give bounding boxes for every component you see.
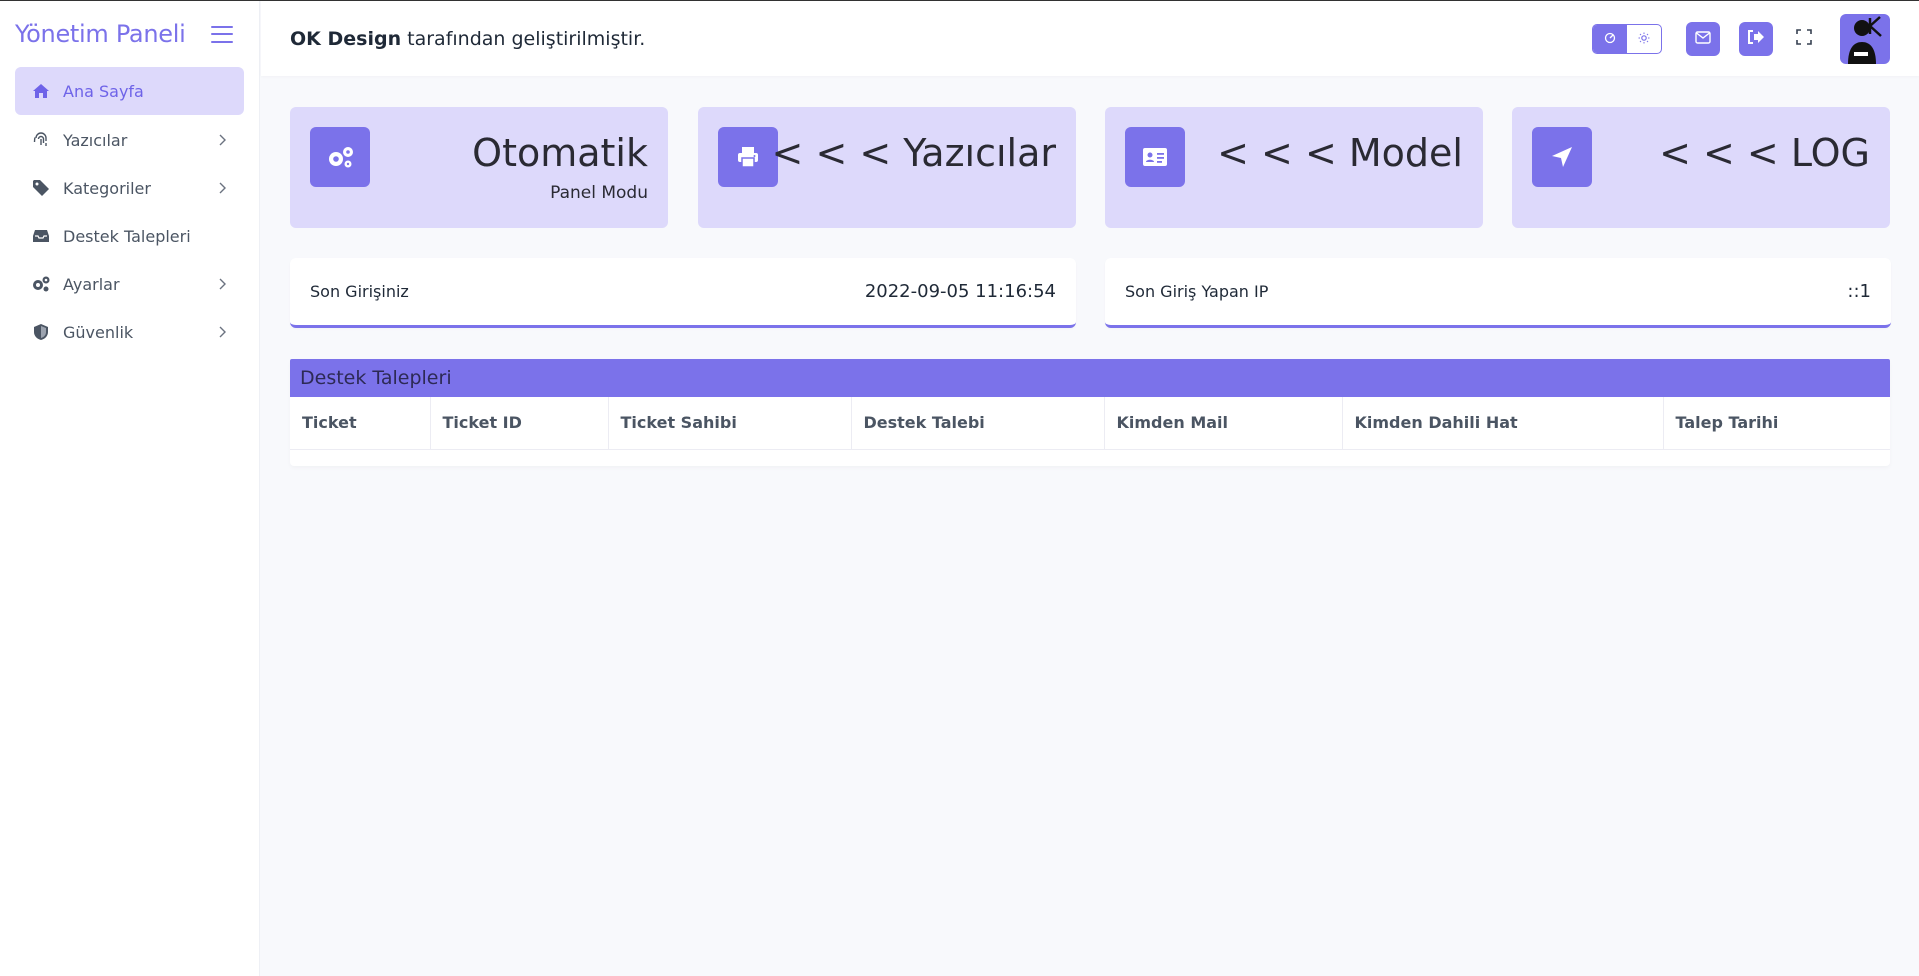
chevron-right-icon [216,326,228,338]
sidebar-item-ayarlar[interactable]: Ayarlar [15,261,244,307]
fullscreen-button[interactable] [1792,27,1816,51]
mail-icon [1695,29,1711,48]
theme-toggle[interactable] [1592,23,1662,54]
tickets-panel: Destek Talepleri Ticket Ticket ID Ticket… [290,359,1890,466]
sidebar-item-label: Ana Sayfa [63,81,144,101]
sidebar-item-label: Ayarlar [63,274,120,294]
sidebar-item-ana-sayfa[interactable]: Ana Sayfa [15,67,244,115]
table-header-row: Ticket Ticket ID Ticket Sahibi Destek Ta… [290,397,1890,450]
column-header-kimden-dahili-hat[interactable]: Kimden Dahili Hat [1342,397,1664,450]
card-title: < < < LOG [1659,131,1870,175]
last-ip-value: ::1 [1847,281,1871,302]
menu-toggle-icon[interactable] [211,25,234,43]
column-header-kimden-mail[interactable]: Kimden Mail [1104,397,1343,450]
credit-rest: tarafından geliştirilmiştir. [401,27,646,50]
chevron-right-icon [216,278,228,290]
top-actions [1592,1,1890,76]
sidebar-item-label: Güvenlik [63,322,134,342]
gears-icon [31,274,51,294]
chevron-right-icon [216,134,228,146]
card-title: < < < Model [1217,131,1463,175]
card-log[interactable]: < < < LOG [1512,107,1890,228]
fullscreen-icon [1796,28,1812,49]
card-title: Otomatik [472,131,648,175]
printer-icon [718,127,778,187]
column-header-ticket[interactable]: Ticket [290,397,431,450]
column-header-destek-talebi[interactable]: Destek Talebi [851,397,1105,450]
shield-icon [31,322,51,342]
sidebar-item-destek-talepleri[interactable]: Destek Talepleri [15,213,244,259]
sidebar-item-guvenlik[interactable]: Güvenlik [15,309,244,355]
card-title: < < < Yazıcılar [771,131,1056,175]
user-avatar-icon [1848,15,1882,64]
last-login-value: 2022-09-05 11:16:54 [864,281,1056,302]
sidebar-item-label: Yazıcılar [63,130,128,150]
credit-text: OK Design tarafından geliştirilmiştir. [290,28,645,50]
sidebar-item-yazicilar[interactable]: Yazıcılar [15,117,244,163]
fingerprint-icon [31,130,51,150]
last-ip-label: Son Giriş Yapan IP [1125,282,1269,301]
logout-button[interactable] [1739,21,1773,56]
last-ip-box: Son Giriş Yapan IP ::1 [1105,258,1891,328]
dark-mode-button[interactable] [1593,24,1627,53]
mail-button[interactable] [1686,21,1720,56]
card-yazicilar[interactable]: < < < Yazıcılar [698,107,1076,228]
tickets-title: Destek Talepleri [290,359,1890,397]
card-model[interactable]: < < < Model [1105,107,1483,228]
sidebar-item-kategoriler[interactable]: Kategoriler [15,165,244,211]
inbox-icon [31,226,51,246]
home-icon [31,81,51,101]
column-header-ticket-id[interactable]: Ticket ID [430,397,609,450]
logout-icon [1747,29,1765,49]
chevron-right-icon [216,182,228,194]
brand-title: Yönetim Paneli [15,20,186,48]
brand: Yönetim Paneli [0,1,259,67]
credit-brand: OK Design [290,27,402,50]
sidebar: Yönetim Paneli Ana Sayfa Yazıcılar Kateg… [0,1,260,976]
column-header-talep-tarihi[interactable]: Talep Tarihi [1663,397,1890,450]
location-arrow-icon [1532,127,1592,187]
sidebar-menu: Ana Sayfa Yazıcılar Kategoriler Destek T… [0,67,259,355]
card-subtitle: Panel Modu [550,183,648,203]
card-otomatik[interactable]: Otomatik Panel Modu [290,107,668,228]
light-mode-icon [1638,29,1650,48]
tickets-table: Ticket Ticket ID Ticket Sahibi Destek Ta… [290,397,1890,450]
last-login-box: Son Girişiniz 2022-09-05 11:16:54 [290,258,1076,328]
gears-icon [310,127,370,187]
last-login-label: Son Girişiniz [310,282,409,301]
sidebar-item-label: Destek Talepleri [63,226,191,246]
light-mode-button[interactable] [1627,25,1661,53]
topbar: OK Design tarafından geliştirilmiştir. [261,1,1919,76]
dark-mode-icon [1604,29,1616,48]
avatar[interactable] [1840,13,1890,64]
stat-cards: Otomatik Panel Modu < < < Yazıcılar < < … [290,107,1890,228]
sidebar-item-label: Kategoriler [63,178,151,198]
column-header-ticket-sahibi[interactable]: Ticket Sahibi [608,397,852,450]
tag-icon [31,178,51,198]
id-card-icon [1125,127,1185,187]
